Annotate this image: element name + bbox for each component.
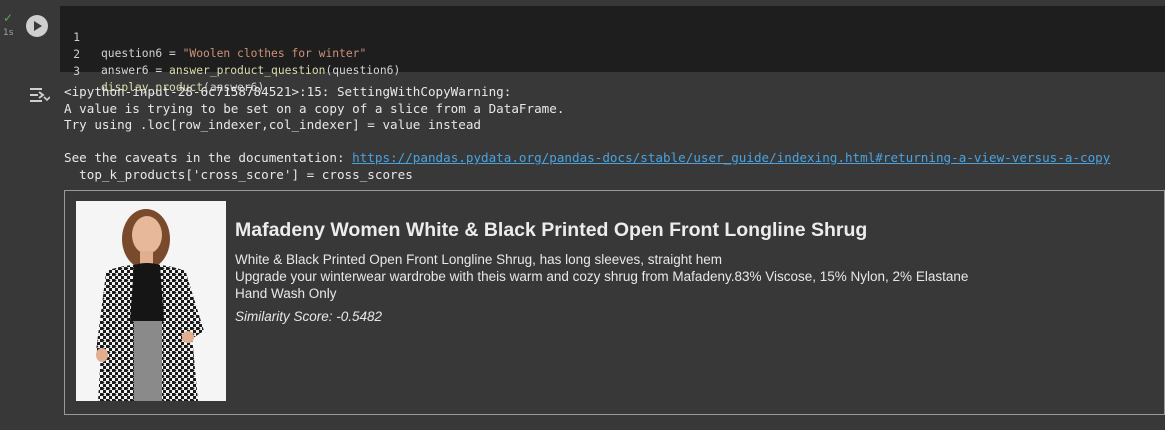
run-cell-button[interactable] (26, 15, 48, 37)
cell-output: <ipython-input-28-6c7158784521>:15: Sett… (64, 84, 1165, 183)
code-editor[interactable]: 1 question6 = "Woolen clothes for winter… (60, 6, 1165, 94)
caveat-prefix: See the caveats in the documentation: (64, 150, 353, 165)
checkmark-icon: ✓ (3, 11, 14, 25)
code-text: (question6) (325, 64, 401, 77)
warning-line: top_k_products['cross_score'] = cross_sc… (64, 166, 413, 182)
product-title: Mafadeny Women White & Black Printed Ope… (235, 219, 868, 241)
execution-time: 1s (3, 28, 14, 38)
cell-gutter: ✓ 1s (0, 0, 20, 430)
code-line: 2 answer6 = answer_product_question(ques… (60, 31, 400, 77)
code-string: "Woolen clothes for winter" (182, 47, 367, 60)
product-image (76, 201, 226, 401)
output-menu-icon[interactable] (28, 86, 51, 104)
caveat-line: See the caveats in the documentation: ht… (64, 150, 1165, 167)
pandas-docs-link[interactable]: https://pandas.pydata.org/pandas-docs/st… (352, 150, 1110, 165)
product-description: White & Black Printed Open Front Longlin… (235, 252, 969, 301)
warning-line (64, 134, 1165, 151)
product-card: Mafadeny Women White & Black Printed Ope… (64, 190, 1165, 415)
code-line: 1 question6 = "Woolen clothes for winter… (60, 14, 366, 60)
code-function: answer_product_question (169, 64, 326, 77)
code-text: answer6 = (101, 64, 170, 77)
warning-line: A value is trying to be set on a copy of… (64, 100, 565, 116)
code-line: 3 display_product(answer6) (60, 48, 264, 94)
warning-line: <ipython-input-28-6c7158784521>:15: Sett… (64, 84, 512, 99)
line-number: 3 (73, 65, 80, 78)
code-text: question6 = (101, 47, 183, 60)
play-icon (34, 21, 42, 31)
similarity-score: Similarity Score: -0.5482 (235, 309, 383, 324)
warning-line: Try using .loc[row_indexer,col_indexer] … (64, 117, 482, 132)
